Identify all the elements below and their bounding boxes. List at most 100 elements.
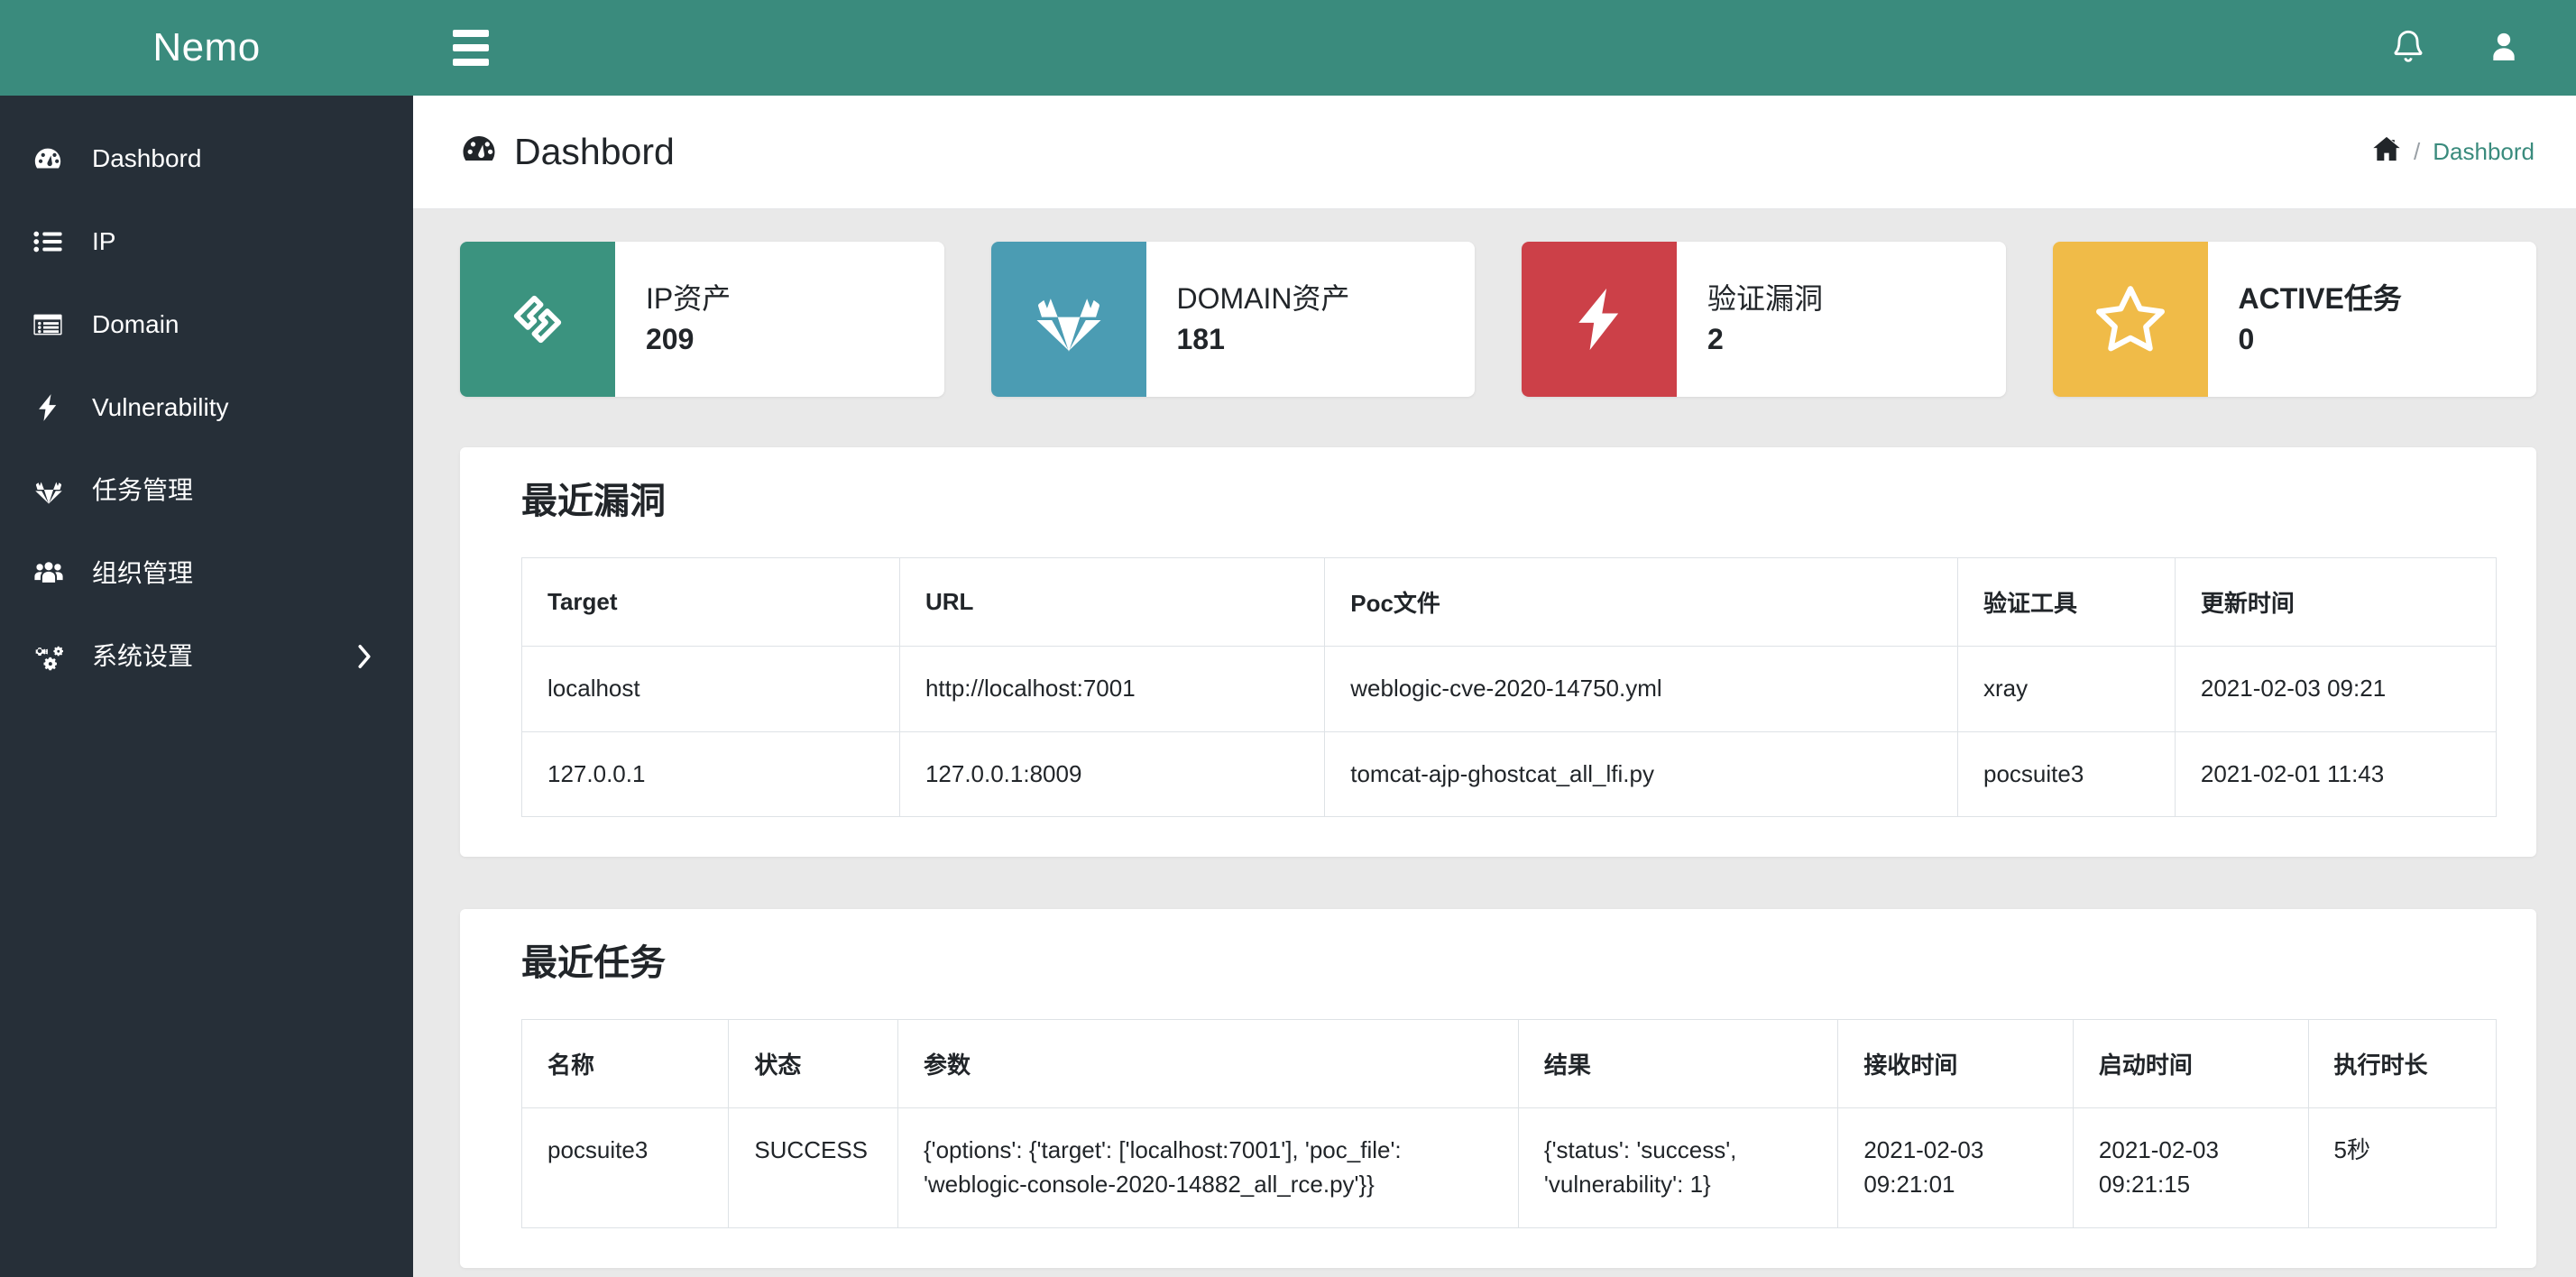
- sidebar-nav: Dashbord IP Domain Vulnerability 任务管理 组织…: [0, 96, 413, 698]
- cell-poc-file: tomcat-ajp-ghostcat_all_lfi.py: [1324, 730, 1958, 818]
- cell-target: localhost: [521, 646, 900, 732]
- cell-result: {'status': 'success', 'vulnerability': 1…: [1517, 1107, 1839, 1228]
- sidebar-item-domain[interactable]: Domain: [0, 283, 413, 366]
- sidebar-item-system-settings[interactable]: 系统设置: [0, 615, 413, 698]
- column-header-duration: 执行时长: [2307, 1019, 2497, 1109]
- table-body: pocsuite3 SUCCESS {'options': {'target':…: [520, 1107, 2497, 1228]
- stat-card-ip-asset[interactable]: IP资产 209: [460, 242, 944, 397]
- stat-card-title: 验证漏洞: [1707, 281, 1824, 315]
- table-head: Target URL Poc文件 验证工具 更新时间: [521, 557, 2498, 647]
- star-icon: [2052, 242, 2208, 397]
- sidebar-item-label: 组织管理: [92, 559, 194, 587]
- column-header-poc-file: Poc文件: [1324, 557, 1958, 647]
- stat-card-active-task[interactable]: ACTIVE任务 0: [2052, 242, 2537, 397]
- cogs-icon: [32, 641, 74, 672]
- sidebar-item-ip[interactable]: IP: [0, 200, 413, 283]
- home-icon[interactable]: [2372, 135, 2401, 169]
- stat-card-value: 2: [1707, 323, 1724, 355]
- stat-card-body: IP资产 209: [615, 242, 944, 397]
- cell-url: 127.0.0.1:8009: [898, 730, 1326, 818]
- stat-card-value: 209: [646, 323, 695, 355]
- tasks-table: 名称 状态 参数 结果 接收时间 启动时间 执行时长 pocsuite3 SUC: [520, 1019, 2497, 1228]
- list-icon: [32, 226, 74, 257]
- sidebar-item-label: Vulnerability: [92, 393, 229, 421]
- column-header-received-time: 接收时间: [1837, 1019, 2074, 1109]
- tachometer-icon: [32, 143, 74, 174]
- menu-toggle-button[interactable]: [449, 24, 492, 71]
- main-area: Dashbord / Dashbord IP资产 209 DOMAIN资产 18…: [413, 0, 2576, 1277]
- sidebar-item-label: Domain: [92, 310, 179, 338]
- column-header-start-time: 启动时间: [2072, 1019, 2309, 1109]
- stat-card-verified-vuln[interactable]: 验证漏洞 2: [1522, 242, 2006, 397]
- hamburger-bar: [453, 59, 489, 66]
- user-icon[interactable]: [2486, 28, 2522, 68]
- cell-start-time: 2021-02-03 09:21:15: [2072, 1107, 2309, 1228]
- table-row[interactable]: localhost http://localhost:7001 weblogic…: [521, 646, 2498, 732]
- cell-tool: xray: [1956, 646, 2176, 732]
- stat-card-domain-asset[interactable]: DOMAIN资产 181: [990, 242, 1476, 397]
- cell-poc-file: weblogic-cve-2020-14750.yml: [1324, 646, 1958, 732]
- stat-cards: IP资产 209 DOMAIN资产 181 验证漏洞 2 ACTIVE任务 0: [460, 242, 2536, 397]
- table-head: 名称 状态 参数 结果 接收时间 启动时间 执行时长: [520, 1019, 2497, 1109]
- hamburger-bar: [453, 30, 489, 37]
- table-header-row: Target URL Poc文件 验证工具 更新时间: [521, 557, 2498, 647]
- column-header-target: Target: [521, 557, 900, 647]
- page-title-text: Dashbord: [514, 131, 675, 172]
- page-title: Dashbord: [460, 130, 675, 174]
- window-list-icon: [32, 309, 74, 340]
- recent-vulnerabilities-panel: 最近漏洞 Target URL Poc文件 验证工具 更新时间 localhos…: [460, 447, 2536, 858]
- sidebar-item-task-management[interactable]: 任务管理: [0, 449, 413, 532]
- chevron-right-icon: [355, 642, 373, 671]
- cell-target: 127.0.0.1: [521, 730, 900, 818]
- cell-params: {'options': {'target': ['localhost:7001'…: [897, 1107, 1519, 1228]
- content-area: IP资产 209 DOMAIN资产 181 验证漏洞 2 ACTIVE任务 0 …: [413, 209, 2576, 1277]
- sidebar-item-label: 系统设置: [92, 642, 194, 670]
- column-header-url: URL: [898, 557, 1326, 647]
- gitlab-fox-icon: [32, 475, 74, 506]
- stat-card-body: ACTIVE任务 0: [2208, 242, 2537, 397]
- stat-card-title: ACTIVE任务: [2238, 281, 2402, 315]
- stat-card-body: DOMAIN资产 181: [1146, 242, 1476, 397]
- stat-card-value: 0: [2238, 323, 2255, 355]
- table-row[interactable]: pocsuite3 SUCCESS {'options': {'target':…: [520, 1107, 2497, 1228]
- sidebar-item-dashbord[interactable]: Dashbord: [0, 117, 413, 200]
- cell-url: http://localhost:7001: [898, 646, 1326, 732]
- breadcrumb-current[interactable]: Dashbord: [2433, 138, 2535, 166]
- sidebar: Nemo Dashbord IP Domain Vulnerability 任务…: [0, 0, 413, 1277]
- table-row[interactable]: 127.0.0.1 127.0.0.1:8009 tomcat-ajp-ghos…: [521, 730, 2498, 818]
- bolt-icon: [32, 392, 74, 423]
- hamburger-bar: [453, 44, 489, 51]
- sidebar-item-vulnerability[interactable]: Vulnerability: [0, 366, 413, 449]
- brand-logo[interactable]: Nemo: [0, 0, 413, 96]
- breadcrumb-separator: /: [2414, 138, 2421, 165]
- table-body: localhost http://localhost:7001 weblogic…: [521, 646, 2498, 818]
- bolt-icon: [1522, 242, 1677, 397]
- cell-duration: 5秒: [2307, 1107, 2497, 1228]
- recent-tasks-panel: 最近任务 名称 状态 参数 结果 接收时间 启动时间 执行时长 pocsuite…: [460, 909, 2536, 1268]
- sidebar-item-label: IP: [92, 227, 116, 255]
- users-icon: [32, 558, 74, 589]
- vulnerabilities-table: Target URL Poc文件 验证工具 更新时间 localhost htt…: [521, 557, 2498, 818]
- domain-fox-icon: [990, 242, 1146, 397]
- table-header-row: 名称 状态 参数 结果 接收时间 启动时间 执行时长: [520, 1019, 2497, 1109]
- cell-status: SUCCESS: [728, 1107, 898, 1228]
- page-header: Dashbord / Dashbord: [413, 96, 2576, 209]
- app-root: Nemo Dashbord IP Domain Vulnerability 任务…: [0, 0, 2576, 1277]
- cell-name: pocsuite3: [520, 1107, 730, 1228]
- bell-icon[interactable]: [2390, 28, 2426, 68]
- ip-asset-icon: [460, 242, 615, 397]
- sidebar-item-org-management[interactable]: 组织管理: [0, 532, 413, 615]
- breadcrumb: / Dashbord: [2372, 135, 2535, 169]
- topbar: [413, 0, 2576, 96]
- cell-updated: 2021-02-01 11:43: [2174, 730, 2498, 818]
- sidebar-item-label: Dashbord: [92, 144, 202, 172]
- topbar-actions: [2390, 28, 2536, 68]
- cell-received-time: 2021-02-03 09:21:01: [1837, 1107, 2074, 1228]
- stat-card-value: 181: [1176, 323, 1225, 355]
- column-header-updated: 更新时间: [2174, 557, 2498, 647]
- stat-card-title: IP资产: [646, 281, 731, 315]
- column-header-result: 结果: [1517, 1019, 1839, 1109]
- column-header-name: 名称: [520, 1019, 730, 1109]
- panel-title: 最近漏洞: [521, 482, 666, 521]
- stat-card-title: DOMAIN资产: [1176, 281, 1350, 315]
